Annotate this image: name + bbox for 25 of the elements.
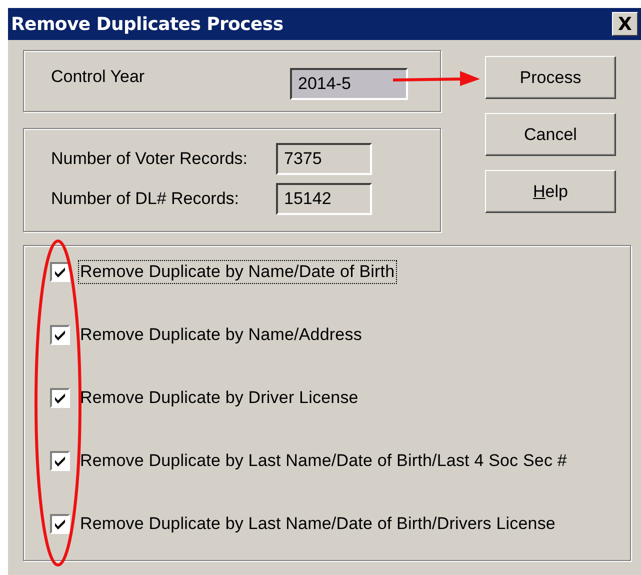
dialog-button[interactable]: Help bbox=[485, 170, 616, 213]
window-title: Remove Duplicates Process bbox=[11, 14, 284, 34]
check-icon bbox=[53, 265, 67, 279]
records-label: Number of Voter Records: bbox=[51, 149, 249, 169]
checkbox[interactable] bbox=[50, 451, 70, 471]
check-icon bbox=[53, 328, 67, 342]
checkbox[interactable] bbox=[50, 388, 70, 408]
control-year-label: Control Year bbox=[51, 67, 146, 87]
records-label: Number of DL# Records: bbox=[51, 189, 240, 209]
checkbox-label[interactable]: Remove Duplicate by Name/Address bbox=[78, 323, 364, 347]
control-year-field[interactable]: 2014-5 bbox=[290, 68, 408, 100]
close-button[interactable]: X bbox=[612, 12, 638, 36]
records-field[interactable]: 15142 bbox=[276, 183, 372, 215]
checkbox[interactable] bbox=[50, 262, 70, 282]
checkbox-label[interactable]: Remove Duplicate by Last Name/Date of Birth/Last 4 Soc Sec # bbox=[78, 449, 569, 473]
records-field[interactable]: 7375 bbox=[276, 143, 372, 175]
checkbox-label[interactable]: Remove Duplicate by Name/Date of Birth bbox=[78, 260, 397, 284]
checkbox[interactable] bbox=[50, 325, 70, 345]
checkbox[interactable] bbox=[50, 514, 70, 534]
checkbox-label[interactable]: Remove Duplicate by Last Name/Date of Birth/Drivers License bbox=[78, 512, 558, 536]
check-icon bbox=[53, 391, 67, 405]
check-icon bbox=[53, 454, 67, 468]
dialog-button[interactable]: Process bbox=[485, 56, 616, 99]
dialog-button[interactable]: Cancel bbox=[485, 113, 616, 156]
check-icon bbox=[53, 517, 67, 531]
